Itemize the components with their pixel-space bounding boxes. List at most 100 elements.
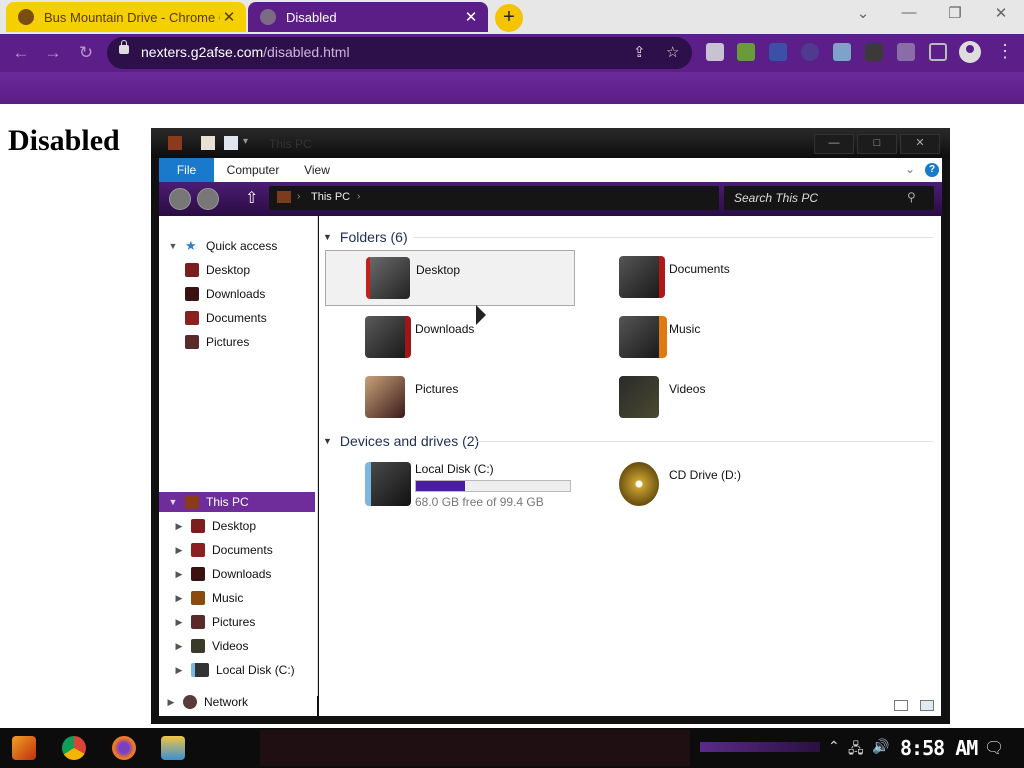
customize-chevron-down-icon[interactable]: ▾ [243,136,257,150]
notifications-icon[interactable]: 🗨 [984,738,1004,758]
folder-desktop[interactable]: Desktop [325,250,575,306]
expand-arrow-icon[interactable]: ▶ [173,521,185,532]
tab-close-icon[interactable]: ✕ [462,8,480,26]
profile-avatar[interactable] [959,41,981,63]
folder-music[interactable]: Music [579,310,829,366]
expand-arrow-icon[interactable]: ▶ [173,569,185,580]
lock-icon[interactable] [119,40,129,54]
new-folder-icon[interactable] [224,136,238,150]
drive-usage-fill [416,481,466,491]
folder-downloads[interactable]: Downloads [325,310,575,366]
chrome-icon[interactable] [62,736,86,760]
nav-pc-local-disk[interactable]: ▶ Local Disk (C:) [173,660,317,680]
tab-search-chevron-down-icon[interactable]: ⌄ [848,4,878,22]
breadcrumb-chevron-icon[interactable]: › [357,191,360,202]
extension-6-icon[interactable] [865,43,883,61]
extension-1-icon[interactable] [706,43,724,61]
extension-3-icon[interactable] [769,43,787,61]
large-icons-view-icon[interactable] [920,700,934,711]
nav-pc-desktop[interactable]: ▶ Desktop [173,516,317,536]
nav-item-label: Desktop [212,519,257,533]
nav-this-pc-row[interactable]: ▼ This PC [159,492,315,512]
details-view-icon[interactable] [894,700,908,711]
nav-network[interactable]: ▶ Network [165,692,317,712]
expand-ribbon-chevron-down-icon[interactable]: ⌄ [905,162,915,176]
start-icon[interactable] [12,736,36,760]
breadcrumb[interactable]: › This PC › [269,186,719,210]
browser-menu-icon[interactable]: ⋮ [996,42,1014,60]
folder-documents[interactable]: Documents [579,250,829,306]
expand-arrow-icon[interactable]: ▶ [173,593,185,604]
network-tray-icon[interactable]: 🖧 [848,738,864,762]
devices-group-header[interactable]: ▼ Devices and drives (2) [323,430,933,452]
nav-quick-access[interactable]: ▼ ★ Quick access [167,236,317,256]
explorer-title: This PC [269,137,312,151]
properties-icon[interactable] [201,136,215,150]
tab-computer[interactable]: Computer [223,158,283,182]
minimize-window-button[interactable]: — [894,4,924,21]
explorer-minimize-button[interactable]: — [814,134,854,154]
nav-pc-pictures[interactable]: ▶ Pictures [173,612,317,632]
tray-chevron-up-icon[interactable]: ⌃ [828,738,840,755]
tab-close-icon[interactable]: ✕ [220,8,238,26]
collapse-arrow-icon[interactable]: ▼ [167,241,179,251]
tab-bus-mountain-drive[interactable]: Bus Mountain Drive - Chrome 6 ✕ [6,2,246,32]
nav-quick-downloads[interactable]: Downloads 📌 [179,284,331,304]
breadcrumb-this-pc[interactable]: This PC [311,191,350,203]
tab-view[interactable]: View [297,158,337,182]
breadcrumb-chevron-icon[interactable]: › [297,191,300,202]
folder-videos[interactable]: Videos [579,370,829,426]
url-text: nexters.g2afse.com/disabled.html [141,44,350,60]
nav-pc-music[interactable]: ▶ Music [173,588,317,608]
extensions-puzzle-icon[interactable] [897,43,915,61]
expand-arrow-icon[interactable]: ▶ [173,545,185,556]
nav-pc-documents[interactable]: ▶ Documents [173,540,317,560]
nav-pc-downloads[interactable]: ▶ Downloads [173,564,317,584]
forward-button[interactable]: → [42,42,64,64]
reload-button[interactable]: ↻ [75,42,97,64]
help-icon[interactable]: ? [925,163,939,177]
new-tab-button[interactable]: + [495,4,523,32]
extension-2-icon[interactable] [737,43,755,61]
up-arrow-icon[interactable]: ⇧ [245,188,258,208]
extension-4-icon[interactable] [801,43,819,61]
folders-group-header[interactable]: ▼ Folders (6) [323,226,933,248]
share-icon[interactable]: ⇪ [633,43,646,61]
url-host: nexters.g2afse.com [141,44,264,60]
ribbon: File Computer View ⌄ ? [159,158,942,182]
volume-icon[interactable]: 🔊 [872,738,889,755]
drive-cd[interactable]: CD Drive (D:) [579,458,839,514]
tab-file[interactable]: File [159,158,214,182]
address-bar[interactable]: nexters.g2afse.com/disabled.html ⇪ ☆ [107,37,692,69]
nav-pc-videos[interactable]: ▶ Videos [173,636,317,656]
folder-pictures[interactable]: Pictures [325,370,575,426]
restore-window-button[interactable]: ❐ [940,4,970,22]
taskbar-clock[interactable]: 8:58 AM [900,736,978,760]
nav-quick-desktop[interactable]: Desktop 📌 [179,260,331,280]
side-panel-icon[interactable] [929,43,947,61]
firefox-icon[interactable] [112,736,136,760]
explorer-close-button[interactable]: ✕ [900,134,940,154]
collapse-arrow-icon[interactable]: ▼ [323,436,332,446]
expand-arrow-icon[interactable]: ▶ [173,641,185,652]
back-button[interactable]: ← [10,42,32,64]
close-window-button[interactable]: ✕ [986,4,1016,22]
extension-5-icon[interactable] [833,43,851,61]
collapse-arrow-icon[interactable]: ▼ [323,232,332,242]
nav-item-label: Network [204,695,249,709]
expand-arrow-icon[interactable]: ▶ [165,697,177,708]
explorer-forward-button[interactable] [197,188,219,210]
nav-quick-documents[interactable]: Documents 📌 [179,308,331,328]
nav-quick-pictures[interactable]: Pictures 📌 [179,332,331,352]
explorer-search-input[interactable]: Search This PC ⚲ [724,186,934,210]
nav-item-label: Music [212,591,244,605]
collapse-arrow-icon[interactable]: ▼ [167,497,179,507]
expand-arrow-icon[interactable]: ▶ [173,617,185,628]
tab-disabled[interactable]: Disabled ✕ [248,2,488,32]
bookmark-star-icon[interactable]: ☆ [666,43,679,61]
explorer-back-button[interactable] [169,188,191,210]
drive-local-disk[interactable]: Local Disk (C:) 68.0 GB free of 99.4 GB [325,458,585,514]
explorer-maximize-button[interactable]: □ [857,134,897,154]
file-explorer-icon[interactable] [161,736,185,760]
expand-arrow-icon[interactable]: ▶ [173,665,185,676]
